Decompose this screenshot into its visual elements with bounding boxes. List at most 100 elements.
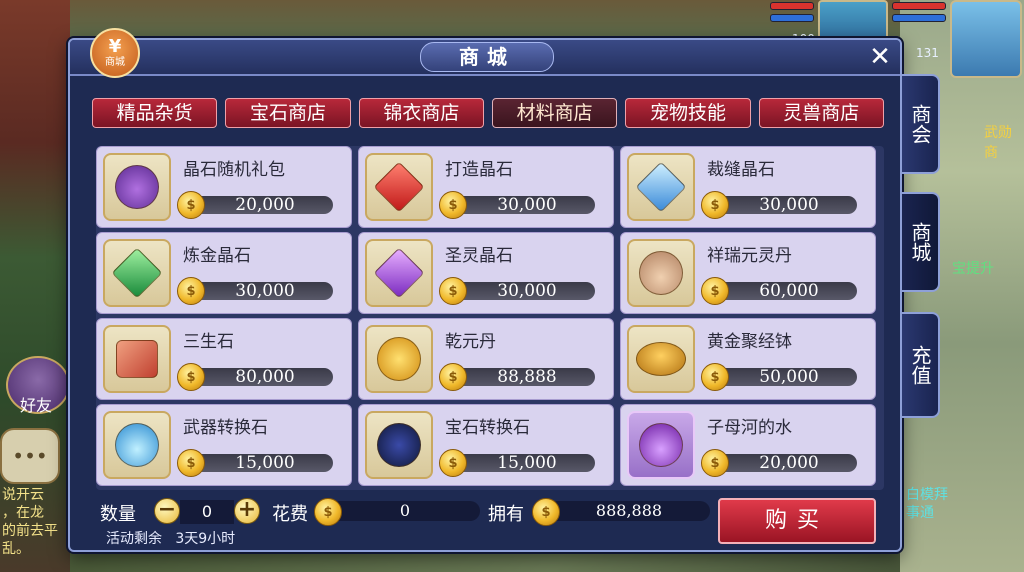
chat-bubble-icon[interactable]: ••• bbox=[0, 428, 60, 484]
item-name: 乾元丹 bbox=[445, 332, 496, 352]
side-text-1: 武勋商 bbox=[984, 125, 1012, 161]
item-card[interactable]: 圣灵晶石 $30,000 bbox=[358, 232, 614, 314]
gold-coin-icon: $ bbox=[439, 363, 467, 391]
gold-coin-icon: $ bbox=[439, 277, 467, 305]
item-price: $60,000 bbox=[701, 277, 861, 305]
item-price-value: 30,000 bbox=[497, 281, 557, 301]
side-text-4: 事通 bbox=[906, 505, 934, 521]
event-remaining-label: 活动剩余 bbox=[106, 531, 162, 547]
item-icon-frame bbox=[627, 325, 695, 393]
item-card[interactable]: 炼金晶石 $30,000 bbox=[96, 232, 352, 314]
item-price: $20,000 bbox=[701, 449, 861, 477]
item-card[interactable]: 打造晶石 $30,000 bbox=[358, 146, 614, 228]
green-crystal-icon bbox=[111, 247, 163, 299]
quantity-decrease-button[interactable]: − bbox=[154, 498, 180, 524]
item-card[interactable]: 武器转换石 $15,000 bbox=[96, 404, 352, 486]
item-icon-frame bbox=[365, 325, 433, 393]
gold-coin-icon: $ bbox=[177, 277, 205, 305]
item-card[interactable]: 黄金聚经钵 $50,000 bbox=[620, 318, 876, 400]
side-tab-mall[interactable]: 商城 bbox=[902, 192, 940, 292]
shop-logo-icon: ¥ 商城 bbox=[90, 28, 140, 78]
item-card[interactable]: 宝石转换石 $15,000 bbox=[358, 404, 614, 486]
elixir-gourd-icon bbox=[639, 251, 683, 295]
friends-label: 好友 bbox=[20, 396, 53, 415]
blue-flame-stone-icon bbox=[115, 423, 159, 467]
quantity-label: 数量 bbox=[100, 504, 136, 525]
tab-boutique-goods[interactable]: 精品杂货 bbox=[92, 98, 218, 128]
item-grid: 晶石随机礼包 $20,000 打造晶石 $30,000 裁缝晶石 $30,000 炼金晶石 $… bbox=[96, 146, 884, 490]
gold-coin-icon: $ bbox=[177, 449, 205, 477]
quantity-increase-button[interactable]: + bbox=[234, 498, 260, 524]
item-name: 祥瑞元灵丹 bbox=[707, 246, 792, 266]
item-name: 子母河的水 bbox=[707, 418, 792, 438]
item-price: $30,000 bbox=[439, 191, 599, 219]
item-name: 武器转换石 bbox=[183, 418, 268, 438]
side-tab-label: 充值 bbox=[908, 345, 932, 385]
side-text-3: 白模拜 bbox=[906, 487, 948, 503]
item-card[interactable]: 裁缝晶石 $30,000 bbox=[620, 146, 876, 228]
gold-coin-icon: $ bbox=[439, 191, 467, 219]
item-price-value: 30,000 bbox=[497, 195, 557, 215]
owned-value: 888,888 bbox=[548, 501, 710, 521]
hp-bar bbox=[770, 2, 814, 10]
tab-gem-shop[interactable]: 宝石商店 bbox=[225, 98, 351, 128]
tab-spirit-beast-shop[interactable]: 灵兽商店 bbox=[758, 98, 884, 128]
panel-header: 商城 ✕ bbox=[70, 40, 900, 76]
gem-pouch-icon bbox=[115, 165, 159, 209]
chat-line: ，在龙 bbox=[2, 505, 44, 521]
side-tab-label: 商会 bbox=[908, 104, 932, 144]
item-icon-frame bbox=[103, 411, 171, 479]
side-tab-trade-guild[interactable]: 商会 bbox=[902, 74, 940, 174]
cost-display: 0 $ bbox=[314, 498, 482, 526]
tab-materials-shop[interactable]: 材料商店 bbox=[491, 98, 618, 128]
hp-bar bbox=[892, 2, 946, 10]
hud-bars-right bbox=[892, 2, 946, 26]
item-price: $15,000 bbox=[439, 449, 599, 477]
hud-bars-left bbox=[770, 2, 814, 26]
side-tab-recharge[interactable]: 充值 bbox=[902, 312, 940, 418]
item-price: $15,000 bbox=[177, 449, 337, 477]
item-icon-frame bbox=[365, 411, 433, 479]
gold-coin-icon: $ bbox=[701, 277, 729, 305]
item-card[interactable]: 祥瑞元灵丹 $60,000 bbox=[620, 232, 876, 314]
shop-tabs: 精品杂货 宝石商店 锦衣商店 材料商店 宠物技能 灵兽商店 bbox=[92, 98, 884, 128]
item-price: $20,000 bbox=[177, 191, 337, 219]
gold-coin-icon: $ bbox=[701, 363, 729, 391]
quantity-input[interactable]: 0 bbox=[180, 500, 234, 524]
purple-crystal-icon bbox=[373, 247, 425, 299]
buy-button[interactable]: 购买 bbox=[718, 498, 876, 544]
tab-pet-skills[interactable]: 宠物技能 bbox=[625, 98, 751, 128]
gold-coin-icon: $ bbox=[314, 498, 342, 526]
item-name: 圣灵晶石 bbox=[445, 246, 513, 266]
item-price: $88,888 bbox=[439, 363, 599, 391]
purchase-bar: 数量 − 0 + 花费 0 $ 拥有 888,888 $ 活动剩余 3天9小时 … bbox=[94, 496, 884, 548]
close-button[interactable]: ✕ bbox=[866, 44, 894, 72]
side-text-2: 宝提升 bbox=[952, 261, 994, 277]
item-price: $80,000 bbox=[177, 363, 337, 391]
item-card[interactable]: 晶石随机礼包 $20,000 bbox=[96, 146, 352, 228]
rebirth-stone-icon bbox=[116, 340, 158, 378]
tab-costume-shop[interactable]: 锦衣商店 bbox=[358, 98, 484, 128]
item-card[interactable]: 乾元丹 $88,888 bbox=[358, 318, 614, 400]
gold-coin-icon: $ bbox=[177, 191, 205, 219]
gold-coin-icon: $ bbox=[177, 363, 205, 391]
item-card[interactable]: 子母河的水 $20,000 bbox=[620, 404, 876, 486]
item-card[interactable]: 三生石 $80,000 bbox=[96, 318, 352, 400]
gold-coin-icon: $ bbox=[439, 449, 467, 477]
yin-yang-stone-icon bbox=[377, 423, 421, 467]
owned-display: 888,888 $ bbox=[532, 498, 712, 526]
chat-line: 的前去平乱。 bbox=[2, 523, 58, 557]
item-price-value: 15,000 bbox=[235, 453, 295, 473]
gold-coin-icon: $ bbox=[701, 191, 729, 219]
item-price-value: 15,000 bbox=[497, 453, 557, 473]
item-price-value: 50,000 bbox=[759, 367, 819, 387]
chat-line: 说开云 bbox=[2, 487, 44, 503]
item-price: $50,000 bbox=[701, 363, 861, 391]
player-portrait[interactable] bbox=[950, 0, 1022, 78]
item-icon-frame bbox=[627, 411, 695, 479]
item-icon-frame bbox=[103, 153, 171, 221]
item-icon-frame bbox=[103, 239, 171, 307]
golden-pill-icon bbox=[377, 337, 421, 381]
golden-bowl-icon bbox=[636, 342, 686, 376]
item-price-value: 88,888 bbox=[497, 367, 557, 387]
